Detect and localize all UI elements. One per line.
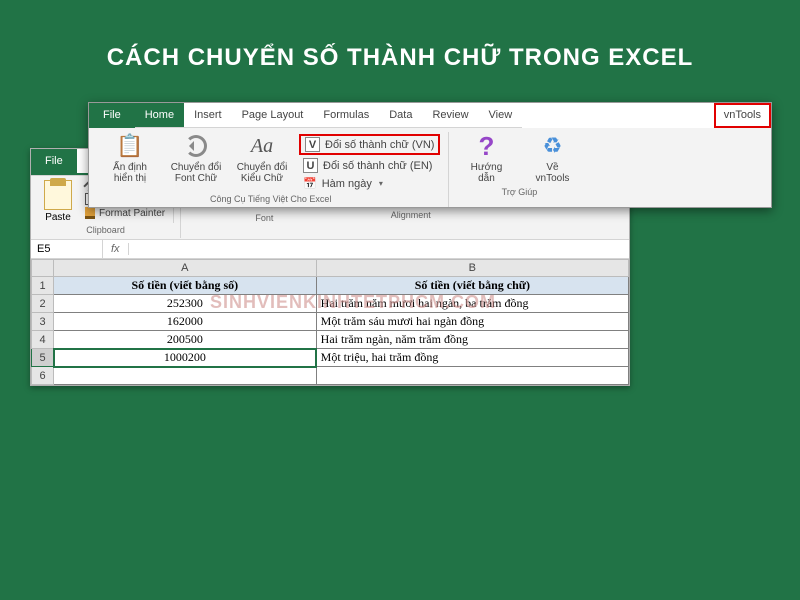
cell[interactable]: 200500 — [54, 331, 317, 349]
clipboard-group-label: Clipboard — [37, 223, 174, 238]
formula-bar[interactable] — [129, 246, 629, 252]
guide-label: Hướng dẫn — [471, 162, 503, 184]
daily-func-button[interactable]: 📅 Hàm ngày ▾ — [299, 176, 440, 191]
row-header[interactable]: 5 — [32, 349, 54, 367]
alignment-group-label: Alignment — [350, 208, 472, 223]
tab-file[interactable]: File — [31, 149, 77, 175]
cycle-icon — [182, 132, 210, 160]
tab-file[interactable]: File — [89, 103, 135, 128]
col-header-b[interactable]: B — [316, 260, 628, 277]
paste-icon — [44, 180, 72, 210]
font-group-label: Font — [189, 211, 339, 226]
cell[interactable]: Một triệu, hai trăm đồng — [316, 349, 628, 367]
cell[interactable]: Một trăm sáu mươi hai ngàn đồng — [316, 313, 628, 331]
select-all-corner[interactable] — [32, 260, 54, 277]
pin-label: Ấn định hiển thị — [113, 162, 147, 184]
calendar-icon: 📅 — [303, 177, 317, 190]
chevron-down-icon[interactable]: ▾ — [377, 179, 383, 188]
tab-review[interactable]: Review — [422, 103, 478, 128]
tab-home[interactable]: Home — [135, 103, 184, 128]
about-label: Về vnTools — [536, 162, 570, 184]
tab-formulas[interactable]: Formulas — [313, 103, 379, 128]
cell[interactable]: 162000 — [54, 313, 317, 331]
format-painter-label: Format Painter — [99, 208, 165, 219]
about-button[interactable]: ♻ Về vnTools — [523, 132, 581, 184]
cell[interactable] — [54, 367, 317, 385]
header-cell[interactable]: Số tiền (viết bằng chữ) — [316, 277, 628, 295]
recycle-icon: ♻ — [538, 132, 566, 160]
row-header[interactable]: 1 — [32, 277, 54, 295]
paste-button[interactable]: Paste — [37, 180, 79, 223]
convert-style-button[interactable]: Aa Chuyển đổi Kiểu Chữ — [233, 132, 291, 184]
vn-group3-label: Trợ Giúp — [502, 184, 538, 200]
spreadsheet[interactable]: A B 1 Số tiền (viết bằng số) Số tiền (vi… — [31, 259, 629, 385]
row-header[interactable]: 6 — [32, 367, 54, 385]
col-header-a[interactable]: A — [54, 260, 317, 277]
paste-label: Paste — [45, 212, 71, 223]
tab-data[interactable]: Data — [379, 103, 422, 128]
row-header[interactable]: 3 — [32, 313, 54, 331]
number-to-text-en-button[interactable]: U Đổi số thành chữ (EN) — [299, 157, 440, 174]
tab-insert[interactable]: Insert — [184, 103, 232, 128]
num-to-text-en-label: Đổi số thành chữ (EN) — [323, 160, 432, 172]
vntools-ribbon-body: 📋 Ấn định hiển thị Chuyển đổi Font Chữ A… — [89, 128, 771, 207]
question-icon: ? — [472, 132, 500, 160]
brush-icon — [85, 207, 95, 219]
row-header[interactable]: 4 — [32, 331, 54, 349]
tab-page-layout[interactable]: Page Layout — [232, 103, 314, 128]
vntools-ribbon-window: File Home Insert Page Layout Formulas Da… — [88, 102, 772, 208]
vn-group1-label: Công Cụ Tiếng Việt Cho Excel — [210, 191, 331, 207]
cell-selected[interactable]: 1000200 — [54, 349, 317, 367]
page-title: CÁCH CHUYỂN SỐ THÀNH CHỮ TRONG EXCEL — [0, 0, 800, 102]
cell[interactable] — [316, 367, 628, 385]
tab-view[interactable]: View — [479, 103, 523, 128]
convert-font-button[interactable]: Chuyển đổi Font Chữ — [167, 132, 225, 184]
convert-font-label: Chuyển đổi Font Chữ — [171, 162, 222, 184]
cell[interactable]: Hai trăm năm mươi hai ngàn, ba trăm đồng — [316, 295, 628, 313]
pin-icon: 📋 — [116, 132, 144, 160]
guide-button[interactable]: ? Hướng dẫn — [457, 132, 515, 184]
v-badge-icon: V — [305, 137, 320, 152]
cell[interactable]: 252300 — [54, 295, 317, 313]
row-header[interactable]: 2 — [32, 295, 54, 313]
daily-label: Hàm ngày — [322, 178, 372, 190]
name-box[interactable]: E5 — [31, 240, 103, 258]
pin-display-button[interactable]: 📋 Ấn định hiển thị — [101, 132, 159, 184]
num-to-text-vn-label: Đổi số thành chữ (VN) — [325, 139, 434, 151]
format-painter-button[interactable]: Format Painter — [85, 207, 165, 219]
aa-icon: Aa — [248, 132, 276, 160]
number-to-text-vn-button[interactable]: V Đổi số thành chữ (VN) — [299, 134, 440, 155]
fx-icon[interactable]: fx — [103, 243, 129, 255]
u-badge-icon: U — [303, 158, 318, 173]
tab-vntools[interactable]: vnTools — [714, 103, 771, 128]
tab-row-front: File Home Insert Page Layout Formulas Da… — [89, 103, 771, 128]
cell[interactable]: Hai trăm ngàn, năm trăm đồng — [316, 331, 628, 349]
convert-style-label: Chuyển đổi Kiểu Chữ — [237, 162, 288, 184]
header-cell[interactable]: Số tiền (viết bằng số) — [54, 277, 317, 295]
